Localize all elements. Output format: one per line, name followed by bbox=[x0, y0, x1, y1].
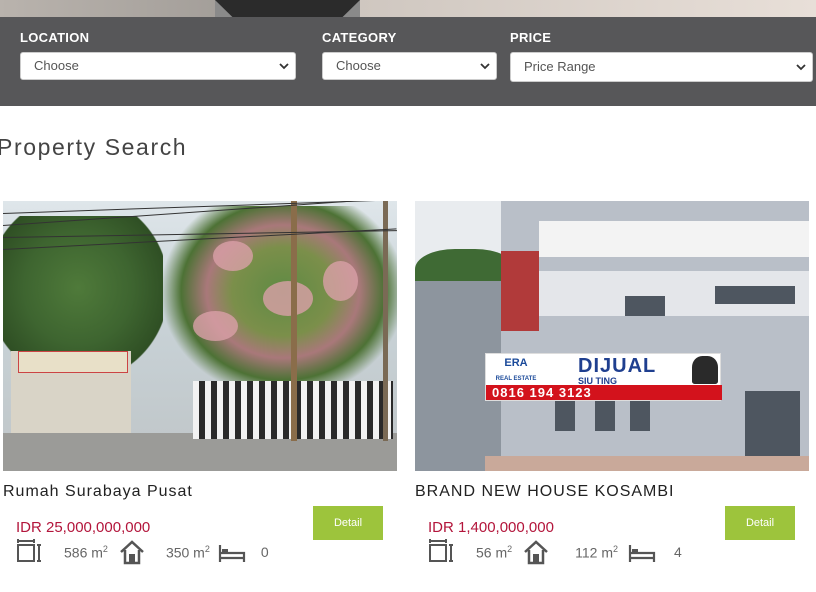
land-area-value: 586 m2 bbox=[64, 543, 108, 561]
category-label: CATEGORY bbox=[322, 30, 397, 45]
property-features: 586 m2 350 m2 0 bbox=[16, 538, 269, 566]
price-label: PRICE bbox=[510, 30, 552, 45]
area-unit-exponent: 2 bbox=[507, 543, 513, 554]
category-select-value: Choose bbox=[336, 58, 381, 73]
section-title: Property Search bbox=[0, 134, 188, 160]
bedrooms-value: 0 bbox=[260, 544, 269, 560]
area-unit-exponent: 2 bbox=[204, 543, 210, 554]
bedrooms-value: 4 bbox=[674, 544, 682, 560]
building-area-icon bbox=[524, 540, 548, 565]
category-select[interactable]: Choose bbox=[322, 52, 497, 80]
land-area-icon bbox=[17, 539, 41, 562]
price-filter: PRICE Price Range bbox=[510, 30, 813, 82]
property-features: 56 m2 112 m2 4 bbox=[428, 538, 682, 566]
property-title[interactable]: Rumah Surabaya Pusat bbox=[3, 483, 193, 501]
era-logo: ERA REAL ESTATE bbox=[488, 356, 544, 384]
property-photo[interactable] bbox=[3, 201, 397, 471]
category-filter: CATEGORY Choose bbox=[322, 30, 497, 80]
bed-icon bbox=[628, 545, 656, 562]
property-title[interactable]: BRAND NEW HOUSE KOSAMBI bbox=[415, 483, 674, 501]
area-unit-exponent: 2 bbox=[613, 543, 619, 554]
property-card: ERA REAL ESTATE DIJUAL SIU TING 0816 194 … bbox=[415, 201, 809, 565]
building-area-icon bbox=[120, 540, 144, 565]
price-select[interactable]: Price Range bbox=[510, 52, 813, 82]
land-area-icon bbox=[429, 539, 453, 562]
building-area-value: 112 m2 bbox=[575, 543, 619, 561]
for-sale-sign: ERA REAL ESTATE DIJUAL SIU TING 0816 194 … bbox=[485, 353, 722, 401]
detail-button[interactable]: Detail bbox=[313, 506, 383, 540]
detail-button[interactable]: Detail bbox=[725, 506, 795, 540]
bed-icon bbox=[218, 545, 245, 562]
area-unit-exponent: 2 bbox=[102, 543, 108, 554]
hero-image bbox=[0, 0, 816, 17]
building-area-value: 350 m2 bbox=[165, 543, 210, 561]
property-price: IDR 25,000,000,000 bbox=[16, 519, 151, 536]
property-price: IDR 1,400,000,000 bbox=[428, 519, 554, 536]
chevron-down-icon bbox=[480, 63, 490, 70]
chevron-down-icon bbox=[796, 64, 806, 71]
property-card: Rumah Surabaya Pusat IDR 25,000,000,000 … bbox=[3, 201, 397, 565]
price-select-value: Price Range bbox=[524, 59, 596, 74]
land-area-value: 56 m2 bbox=[476, 543, 513, 561]
location-select[interactable]: Choose bbox=[20, 52, 296, 80]
location-filter: LOCATION Choose bbox=[20, 30, 296, 80]
location-label: LOCATION bbox=[20, 30, 90, 45]
chevron-down-icon bbox=[279, 63, 289, 70]
property-photo[interactable]: ERA REAL ESTATE DIJUAL SIU TING 0816 194 … bbox=[415, 201, 809, 471]
location-select-value: Choose bbox=[34, 58, 79, 73]
property-search-form: LOCATION Choose CATEGORY Choose PRICE Pr… bbox=[0, 17, 816, 106]
